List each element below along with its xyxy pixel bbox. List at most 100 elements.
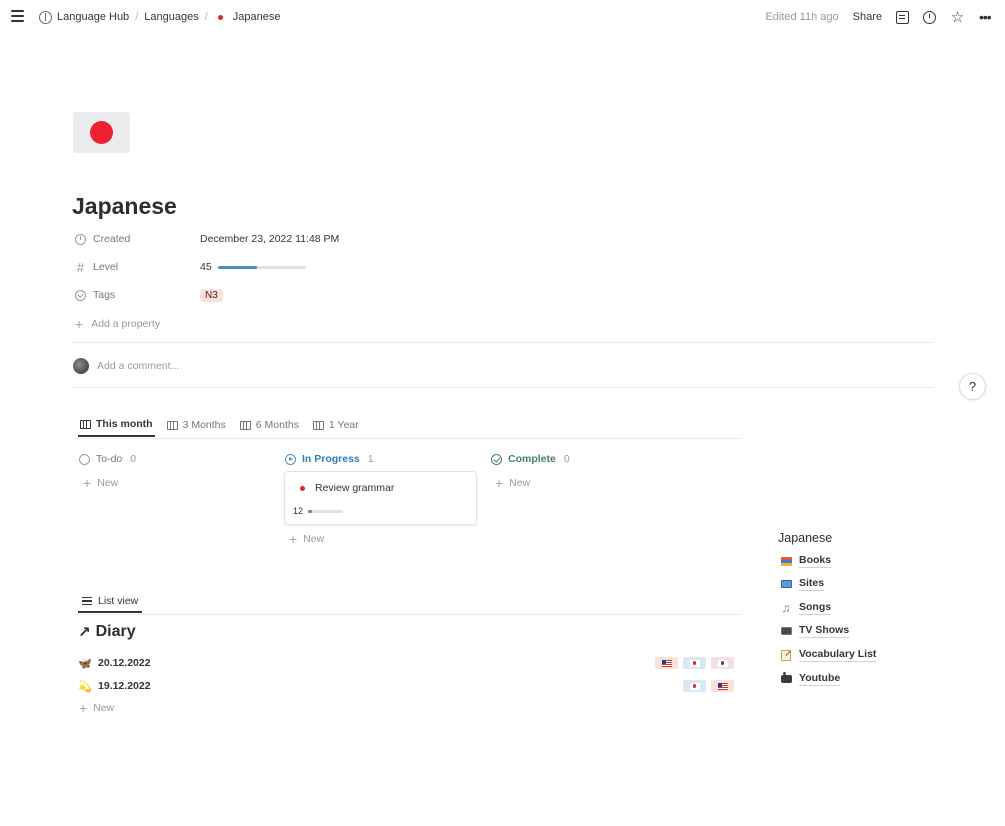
japan-flag-icon [689, 682, 700, 690]
butterfly-icon: 🦋 [78, 657, 92, 670]
sidebar-item-sites[interactable]: Sites [780, 575, 825, 593]
language-flags [683, 680, 734, 692]
more-options-icon[interactable]: ••• [979, 10, 995, 24]
board-card[interactable]: Review grammar 12 [284, 471, 477, 525]
breadcrumb-separator: / [204, 11, 208, 23]
us-flag-icon [717, 682, 728, 690]
new-label: New [93, 702, 115, 714]
complete-status-icon [491, 453, 502, 465]
level-value[interactable]: 45 [200, 261, 306, 273]
computer-icon [780, 579, 792, 590]
column-header-in-progress[interactable]: In Progress 1 [285, 451, 374, 467]
japan-flag-icon [295, 483, 309, 493]
share-button[interactable]: Share [853, 11, 882, 23]
camera-icon [780, 672, 792, 685]
column-title: In Progress [302, 453, 360, 465]
sidebar-item-label: Songs [799, 601, 832, 615]
new-card-button-in-progress[interactable]: + New [289, 532, 324, 546]
tag-badge: N3 [200, 288, 223, 302]
sidebar-item-label: Youtube [799, 672, 841, 686]
plus-icon: + [79, 700, 88, 716]
hash-icon: # [76, 259, 85, 275]
tab-list-view[interactable]: List view [78, 591, 143, 613]
tab-1-year[interactable]: 1 Year [311, 413, 361, 437]
tags-value[interactable]: N3 [200, 288, 223, 302]
card-progress-fill [308, 509, 313, 513]
korea-flag-tag [711, 657, 734, 669]
us-flag-icon [661, 659, 672, 667]
tab-label: 6 Months [255, 419, 299, 431]
property-label[interactable]: # Level [75, 259, 200, 275]
level-progress-bar [217, 265, 306, 269]
tab-this-month[interactable]: This month [78, 413, 155, 437]
help-button[interactable]: ? [959, 373, 986, 400]
avatar [73, 358, 89, 374]
new-list-item-button[interactable]: + New [79, 700, 115, 716]
page-icon-japan-flag[interactable] [73, 112, 130, 153]
sidebar-item-label: Books [799, 554, 832, 568]
column-title: To-do [96, 453, 123, 465]
card-title: Review grammar [295, 482, 394, 494]
card-progress-value: 12 [293, 506, 304, 516]
column-count: 1 [367, 453, 374, 465]
column-header-todo[interactable]: To-do 0 [79, 451, 136, 467]
us-flag-tag [655, 657, 678, 669]
property-label[interactable]: Tags [75, 289, 200, 301]
column-title: Complete [508, 453, 556, 465]
sidebar-item-songs[interactable]: ♫ Songs [780, 599, 832, 617]
edited-timestamp: Edited 11h ago [765, 11, 839, 23]
card-progress: 12 [293, 506, 344, 516]
diary-date: 19.12.2022 [98, 680, 151, 692]
breadcrumb-languages[interactable]: Languages [141, 11, 201, 23]
sidebar-heading: Japanese [778, 531, 833, 545]
new-card-button-todo[interactable]: + New [83, 475, 119, 491]
star-icon[interactable]: ☆ [950, 10, 965, 25]
level-label: Level [93, 261, 119, 273]
tab-label: 3 Months [182, 419, 226, 431]
us-flag-tag [711, 680, 734, 692]
board-icon [239, 420, 251, 430]
japan-flag-tag [683, 657, 706, 669]
new-label: New [509, 477, 531, 489]
clock-icon [75, 233, 86, 245]
breadcrumb-label: Languages [144, 11, 199, 23]
add-property-button[interactable]: + Add a property [75, 317, 161, 331]
brain-icon [39, 10, 52, 24]
diary-date: 20.12.2022 [98, 657, 151, 669]
new-card-button-complete[interactable]: + New [495, 476, 531, 490]
sidebar-item-tv-shows[interactable]: TV Shows [780, 622, 850, 640]
new-label: New [97, 477, 119, 489]
japan-flag-icon [689, 659, 700, 667]
list-item[interactable]: 🦋 20.12.2022 [78, 654, 734, 672]
todo-status-icon [79, 453, 90, 465]
comment-input[interactable]: Add a comment... [97, 360, 179, 372]
history-clock-icon[interactable] [923, 10, 936, 24]
column-header-complete[interactable]: Complete 0 [491, 451, 570, 467]
breadcrumb-japanese[interactable]: Japanese [211, 11, 284, 23]
tags-label: Tags [93, 289, 116, 301]
tab-6-months[interactable]: 6 Months [238, 413, 301, 437]
sidebar-item-youtube[interactable]: Youtube [780, 670, 841, 688]
breadcrumb-label: Japanese [232, 11, 281, 23]
page-title[interactable]: Japanese [72, 193, 177, 220]
memo-icon [780, 649, 792, 661]
korea-flag-icon [717, 659, 728, 667]
diary-database-link[interactable]: ↗ Diary [78, 623, 136, 641]
board-icon [312, 420, 324, 430]
top-bar: Language Hub / Languages / Japanese Edit… [0, 0, 1005, 32]
plus-icon: + [83, 475, 92, 491]
sidebar-item-books[interactable]: Books [780, 552, 832, 570]
list-item[interactable]: 💫 19.12.2022 [78, 677, 734, 695]
comment-icon[interactable] [896, 10, 909, 24]
breadcrumb-language-hub[interactable]: Language Hub [36, 10, 132, 24]
tab-3-months[interactable]: 3 Months [165, 413, 228, 437]
breadcrumb-label: Language Hub [57, 11, 130, 23]
property-tags: Tags N3 [75, 286, 223, 304]
property-label[interactable]: Created [75, 233, 200, 245]
menu-icon[interactable] [11, 10, 24, 22]
breadcrumb: Language Hub / Languages / Japanese [36, 8, 283, 26]
sidebar-item-vocabulary-list[interactable]: Vocabulary List [780, 646, 877, 664]
divider [72, 342, 934, 343]
add-property-label: Add a property [91, 318, 161, 330]
music-note-icon: ♫ [781, 601, 791, 615]
